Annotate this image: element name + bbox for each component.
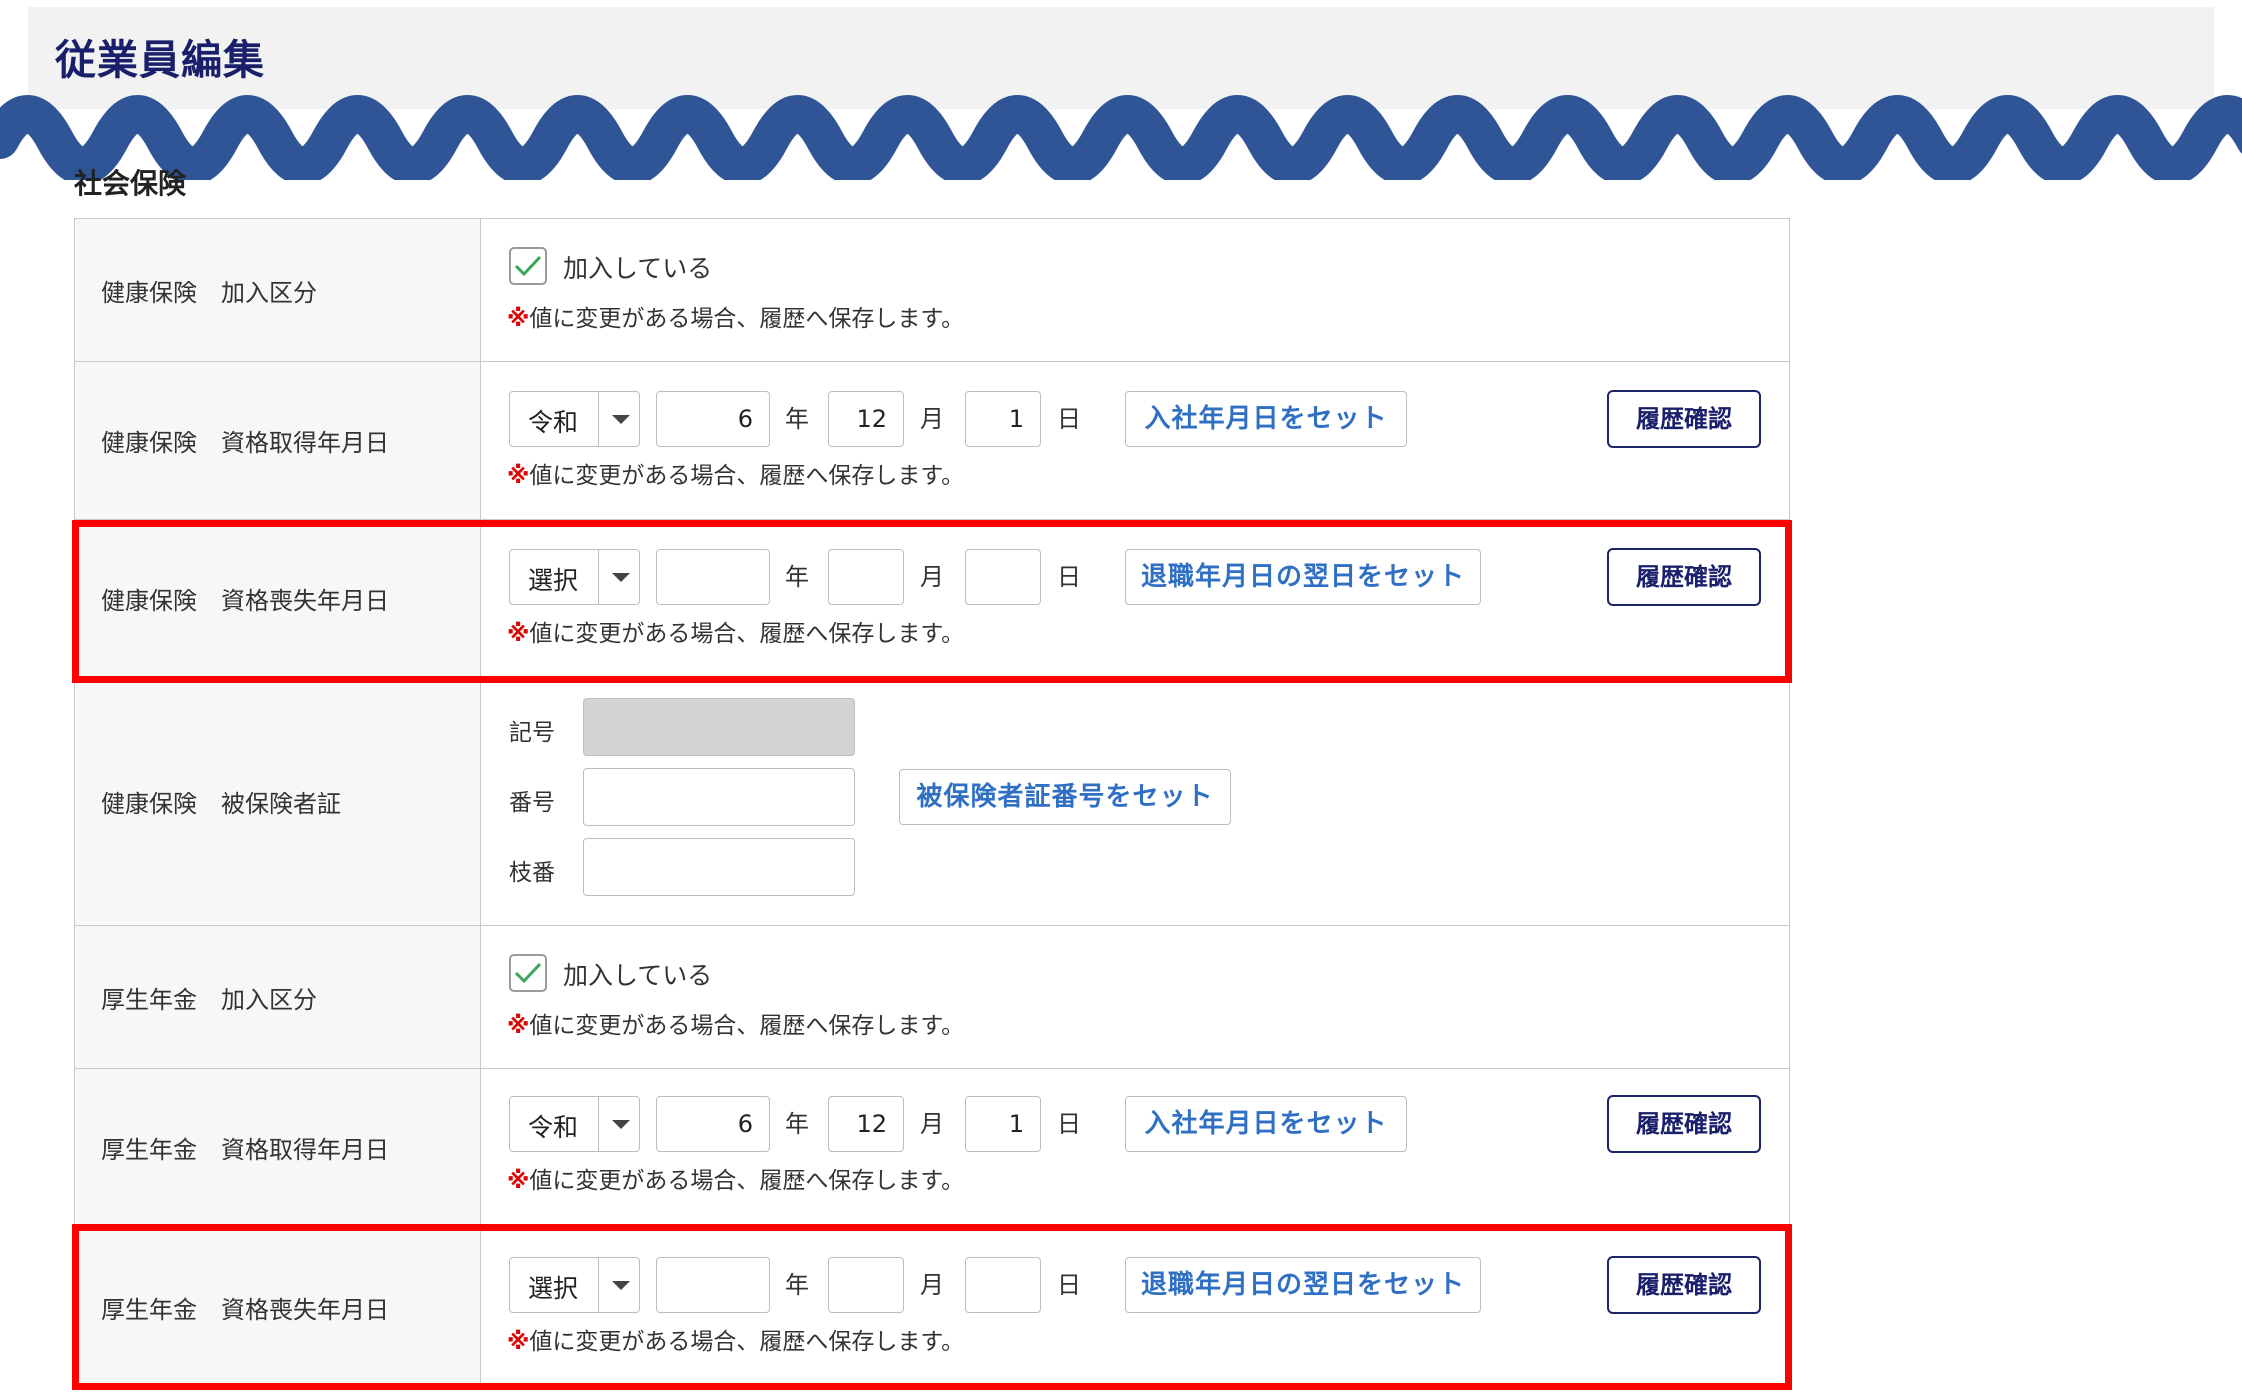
row-content: 令和 6 年 12 月 1 日 入社年月日をセット 履歴確認 ※値に変更がある場… [481,362,1789,519]
era-value: 令和 [528,408,579,437]
era-value: 令和 [528,1113,579,1142]
chevron-down-icon [612,415,630,424]
symbol-input [583,698,855,756]
change-note: ※値に変更がある場合、履歴へ保存します。 [507,456,964,490]
social-insurance-form: 健康保険 加入区分 加入している ※値に変更がある場合、履歴へ保存します。 健康… [74,218,1790,1388]
row-label: 厚生年金 加入区分 [75,926,481,1068]
number-input[interactable] [583,768,855,826]
highlight-frame-pension-loss-date [72,1224,1792,1390]
pension-enrollment-label: 加入している [563,961,713,990]
health-enrollment-label: 加入している [563,254,713,283]
row-pension-enrollment: 厚生年金 加入区分 加入している ※値に変更がある場合、履歴へ保存します。 [75,926,1789,1069]
note-mark: ※ [507,306,530,332]
year-input[interactable]: 6 [656,391,770,447]
day-input[interactable]: 1 [965,1096,1041,1152]
change-note: ※値に変更がある場合、履歴へ保存します。 [507,1161,964,1195]
year-unit: 年 [785,405,809,433]
note-mark: ※ [507,1168,530,1194]
year-input[interactable]: 6 [656,1096,770,1152]
month-input[interactable]: 12 [828,391,904,447]
row-content: 加入している ※値に変更がある場合、履歴へ保存します。 [481,219,1789,361]
note-mark: ※ [507,1013,530,1039]
day-unit: 日 [1057,1110,1081,1138]
row-label: 厚生年金 資格取得年月日 [75,1069,481,1226]
row-health-acquisition-date: 健康保険 資格取得年月日 令和 6 年 12 月 1 日 入社年月日をセット 履… [75,362,1789,520]
era-select[interactable]: 令和 [509,391,640,447]
check-icon [514,255,542,277]
note-text: 値に変更がある場合、履歴へ保存します。 [529,1168,965,1194]
month-unit: 月 [920,405,944,433]
day-input[interactable]: 1 [965,391,1041,447]
day-unit: 日 [1057,405,1081,433]
note-mark: ※ [507,463,530,489]
check-icon [514,962,542,984]
note-text: 値に変更がある場合、履歴へ保存します。 [529,463,965,489]
select-divider [598,1097,599,1151]
set-card-number-button[interactable]: 被保険者証番号をセット [899,769,1231,825]
row-health-enrollment: 健康保険 加入区分 加入している ※値に変更がある場合、履歴へ保存します。 [75,219,1789,362]
highlight-frame-health-loss-date [72,520,1792,683]
month-unit: 月 [920,1110,944,1138]
row-content: 加入している ※値に変更がある場合、履歴へ保存します。 [481,926,1789,1068]
month-input[interactable]: 12 [828,1096,904,1152]
number-label: 番号 [509,790,555,816]
row-content: 記号 番号 被保険者証番号をセット 枝番 [481,678,1789,925]
branch-input[interactable] [583,838,855,896]
row-label: 健康保険 被保険者証 [75,678,481,925]
year-unit: 年 [785,1110,809,1138]
history-button[interactable]: 履歴確認 [1607,1095,1761,1153]
note-text: 値に変更がある場合、履歴へ保存します。 [529,1013,965,1039]
set-hire-date-button[interactable]: 入社年月日をセット [1125,391,1407,447]
change-note: ※値に変更がある場合、履歴へ保存します。 [507,1006,964,1040]
note-text: 値に変更がある場合、履歴へ保存します。 [529,306,965,332]
era-select[interactable]: 令和 [509,1096,640,1152]
symbol-label: 記号 [509,720,555,746]
row-pension-acquisition-date: 厚生年金 資格取得年月日 令和 6 年 12 月 1 日 入社年月日をセット 履… [75,1069,1789,1227]
chevron-down-icon [612,1120,630,1129]
section-title: 社会保険 [74,167,187,200]
row-label: 健康保険 加入区分 [75,219,481,361]
row-label: 健康保険 資格取得年月日 [75,362,481,519]
health-enrollment-checkbox[interactable] [509,247,547,285]
change-note: ※値に変更がある場合、履歴へ保存します。 [507,299,964,333]
pension-enrollment-checkbox[interactable] [509,954,547,992]
set-hire-date-button[interactable]: 入社年月日をセット [1125,1096,1407,1152]
branch-label: 枝番 [509,860,555,886]
history-button[interactable]: 履歴確認 [1607,390,1761,448]
row-health-insurance-card: 健康保険 被保険者証 記号 番号 被保険者証番号をセット 枝番 [75,678,1789,926]
row-content: 令和 6 年 12 月 1 日 入社年月日をセット 履歴確認 ※値に変更がある場… [481,1069,1789,1226]
wave-decoration [0,95,2242,180]
select-divider [598,392,599,446]
